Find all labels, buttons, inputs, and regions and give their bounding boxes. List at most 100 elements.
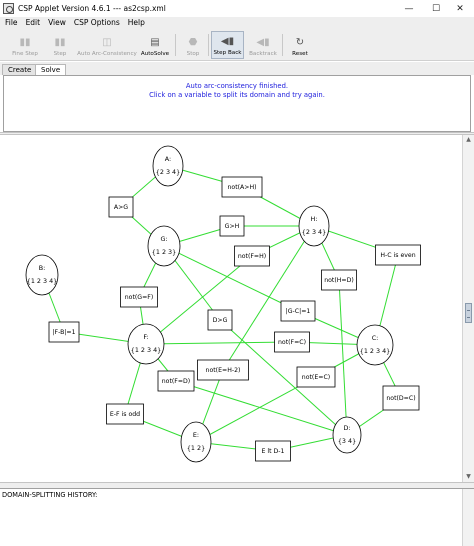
constraint-c9[interactable]: |G-C|=1: [280, 300, 316, 322]
constraint-c11[interactable]: not(F=C): [274, 331, 310, 353]
menu-bar: File Edit View CSP Options Help: [0, 17, 474, 28]
variable-name: F:: [143, 333, 148, 341]
constraint-c1[interactable]: A>G: [108, 196, 134, 218]
history-label: DOMAIN-SPLITTING HISTORY:: [2, 491, 98, 499]
constraint-c17[interactable]: E lt D-1: [255, 440, 291, 462]
variable-name: H:: [311, 215, 318, 223]
close-button[interactable]: ✕: [446, 0, 474, 17]
graph-canvas[interactable]: A>G not(A>H) G>H not(F=H) H-C is even not(H=D…: [0, 135, 474, 482]
variable-ellipse: [152, 145, 184, 187]
scrollbar-thumb[interactable]: [465, 303, 472, 323]
step-label: Step: [53, 51, 67, 57]
variable-a[interactable]: A: {2 3 4}: [152, 145, 184, 187]
menu-edit[interactable]: Edit: [26, 18, 41, 27]
variable-d[interactable]: D: {3 4}: [332, 416, 362, 454]
variable-name: A:: [165, 155, 171, 163]
history-vertical-scrollbar[interactable]: [462, 489, 474, 546]
variable-h[interactable]: H: {2 3 4}: [298, 205, 330, 247]
variable-ellipse: [356, 324, 394, 366]
history-panel: DOMAIN-SPLITTING HISTORY:: [0, 488, 474, 546]
scroll-up-icon[interactable]: ▲: [463, 135, 474, 145]
variable-g[interactable]: G: {1 2 3}: [147, 225, 181, 267]
edge-c9-g: [163, 245, 299, 312]
constraint-c15[interactable]: not(D=C): [382, 385, 420, 411]
fine-step-label: Fine Step: [12, 51, 38, 57]
constraint-label: not(F=D): [162, 378, 190, 385]
constraint-label: |F-B|=1: [52, 329, 75, 336]
constraint-c2[interactable]: not(A>H): [221, 176, 263, 198]
variable-domain: {1 2}: [187, 444, 205, 452]
constraint-label: |G-C|=1: [286, 308, 311, 315]
step-back-label: Step Back: [213, 50, 242, 56]
toolbar: ▮▮ Fine Step ▮▮ Step ◫ Auto Arc-Consiste…: [0, 28, 474, 61]
menu-csp-options[interactable]: CSP Options: [74, 18, 120, 27]
scroll-down-icon[interactable]: ▼: [463, 472, 474, 482]
variable-e[interactable]: E: {1 2}: [180, 421, 212, 463]
variable-c[interactable]: C: {1 2 3 4}: [356, 324, 394, 366]
variable-nodes: A: {2 3 4} B: {1 2 3 4} G: {1 2 3} H: {2 3 4} F:…: [25, 145, 394, 463]
edge-c11-f: [145, 341, 293, 345]
message-line-2: Click on a variable to split its domain …: [149, 91, 325, 99]
constraint-c6[interactable]: not(H=D): [321, 269, 357, 291]
constraint-c10[interactable]: |F-B|=1: [48, 321, 80, 343]
variable-ellipse: [147, 225, 181, 267]
constraint-c16[interactable]: E-F is odd: [106, 403, 144, 425]
constraint-label: D>G: [213, 317, 228, 324]
step-icon: ▮▮: [54, 37, 66, 48]
stop-icon: ⬣: [188, 37, 198, 48]
step-button[interactable]: ▮▮ Step: [46, 31, 74, 59]
tab-create[interactable]: Create: [2, 64, 38, 75]
variable-b[interactable]: B: {1 2 3 4}: [25, 254, 59, 296]
toolbar-separator: [208, 34, 209, 56]
variable-domain: {2 3 4}: [156, 168, 180, 176]
minimize-button[interactable]: —: [395, 0, 423, 17]
constraint-label: not(A>H): [227, 184, 256, 191]
constraint-c5[interactable]: H-C is even: [375, 244, 421, 266]
menu-file[interactable]: File: [5, 18, 18, 27]
variable-name: D:: [343, 424, 350, 432]
constraint-label: E-F is odd: [110, 411, 140, 418]
auto-arc-label: Auto Arc-Consistency: [77, 51, 137, 57]
constraint-c4[interactable]: not(F=H): [234, 245, 270, 267]
variable-ellipse: [298, 205, 330, 247]
auto-arc-consistency-button[interactable]: ◫ Auto Arc-Consistency: [77, 31, 137, 59]
constraint-label: E lt D-1: [262, 448, 285, 455]
constraint-c8[interactable]: D>G: [207, 309, 233, 331]
constraint-c14[interactable]: not(E=C): [296, 366, 336, 388]
graph-vertical-scrollbar[interactable]: ▲ ▼: [462, 135, 474, 482]
constraint-c3[interactable]: G>H: [219, 215, 245, 237]
reset-label: Reset: [292, 51, 308, 57]
tab-solve[interactable]: Solve: [35, 64, 67, 75]
menu-help[interactable]: Help: [128, 18, 145, 27]
variable-domain: {1 2 3 4}: [360, 347, 391, 355]
stop-button[interactable]: ⬣ Stop: [180, 31, 206, 59]
title-bar: CSP Applet Version 4.6.1 --- as2csp.xml …: [0, 0, 474, 17]
mode-tabs: Create Solve: [0, 62, 474, 75]
constraint-label: A>G: [114, 204, 128, 211]
constraint-label: not(G=F): [125, 294, 154, 301]
constraint-c7[interactable]: not(G=F): [120, 286, 158, 308]
constraint-label: not(D=C): [386, 395, 415, 402]
variable-domain: {1 2 3 4}: [27, 277, 58, 285]
java-app-icon: [3, 3, 14, 14]
menu-view[interactable]: View: [48, 18, 66, 27]
constraint-label: not(H=D): [324, 277, 354, 284]
constraint-nodes: A>G not(A>H) G>H not(F=H) H-C is even not(H=D…: [48, 176, 421, 462]
constraint-label: not(E=C): [302, 374, 330, 381]
constraint-graph[interactable]: A>G not(A>H) G>H not(F=H) H-C is even not(H=D…: [0, 135, 462, 482]
backtrack-label: Backtrack: [249, 51, 277, 57]
autosolve-button[interactable]: ▤ AutoSolve: [139, 31, 171, 59]
constraint-c12[interactable]: not(E=H-2): [197, 359, 249, 381]
reset-button[interactable]: ↻ Reset: [287, 31, 313, 59]
variable-f[interactable]: F: {1 2 3 4}: [127, 323, 165, 365]
constraint-c13[interactable]: not(F=D): [157, 370, 195, 392]
stop-label: Stop: [186, 51, 200, 57]
step-back-button[interactable]: ◀▮ Step Back: [211, 31, 244, 59]
backtrack-button[interactable]: ◀▮ Backtrack: [247, 31, 279, 59]
constraint-label: H-C is even: [380, 252, 415, 259]
variable-name: G:: [160, 235, 167, 243]
fine-step-button[interactable]: ▮▮ Fine Step: [7, 31, 43, 59]
reset-icon: ↻: [295, 37, 305, 48]
constraint-label: G>H: [225, 223, 240, 230]
variable-ellipse: [180, 421, 212, 463]
